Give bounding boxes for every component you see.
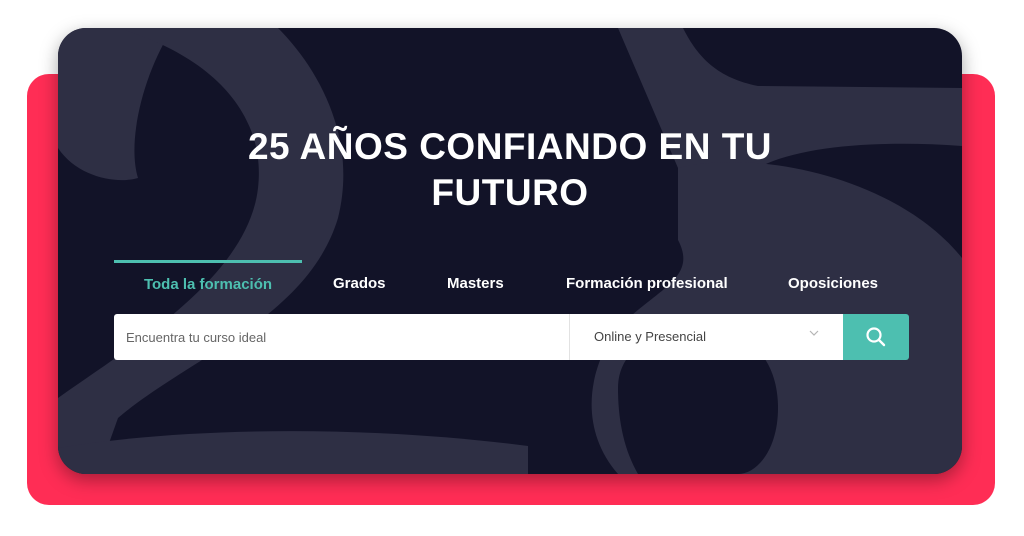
hero-title-line-1: 25 AÑOS CONFIANDO EN TU [247,126,773,167]
numeral-two-base [58,431,528,474]
tab-oposiciones[interactable]: Oposiciones [788,260,878,300]
modality-select[interactable]: Online y Presencial [570,314,843,360]
tab-masters[interactable]: Masters [447,260,504,300]
tab-formacion-profesional[interactable]: Formación profesional [566,260,728,300]
tab-grados[interactable]: Grados [333,260,386,300]
hero-numeral-graphic [58,28,962,474]
hero-banner: 25 AÑOS CONFIANDO EN TU FUTURO Toda la f… [58,28,962,474]
hero-title: 25 AÑOS CONFIANDO EN TU FUTURO [58,124,962,216]
hero-title-line-2: FUTURO [431,172,589,213]
modality-select-value: Online y Presencial [594,329,706,344]
search-bar: Online y Presencial [114,314,909,360]
tab-toda-la-formacion[interactable]: Toda la formación [114,260,302,303]
search-button[interactable] [843,314,909,360]
search-input[interactable] [114,314,570,360]
page: 25 AÑOS CONFIANDO EN TU FUTURO Toda la f… [0,0,1024,536]
chevron-down-icon [809,330,819,336]
search-icon [866,327,886,347]
category-tabs: Toda la formación Grados Masters Formaci… [114,260,910,300]
